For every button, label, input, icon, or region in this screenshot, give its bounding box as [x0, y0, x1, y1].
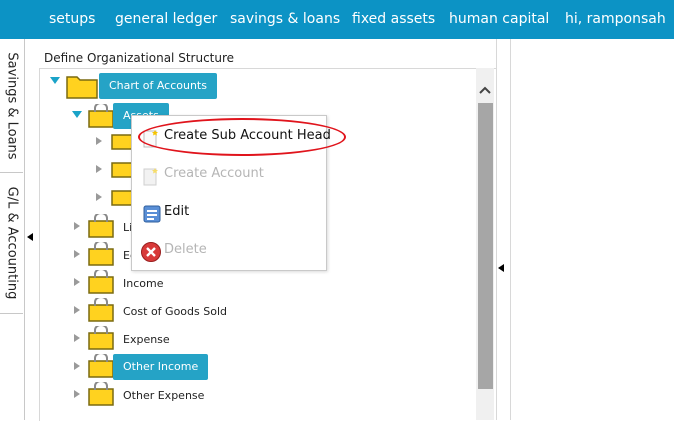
asset-child-folder-icon — [111, 162, 133, 178]
tab-savings-loans[interactable]: Savings & Loans — [0, 39, 23, 173]
tree-node-expand-icon[interactable] — [74, 222, 80, 230]
nav-user-menu[interactable]: hi, ramponsah — [565, 0, 666, 39]
asset-child-expand-icon[interactable] — [96, 137, 102, 145]
tree-node-cost-of-goods-sold[interactable]: Cost of Goods Sold — [123, 305, 227, 318]
lock-folder-icon — [88, 354, 114, 378]
highlight-ellipse — [138, 118, 346, 156]
asset-child-folder-icon — [111, 190, 133, 206]
section-title: Define Organizational Structure — [44, 51, 235, 65]
side-tabs: Savings & Loans G/L & Accounting — [0, 39, 25, 420]
asset-child-expand-icon[interactable] — [96, 193, 102, 201]
asset-child-folder-icon — [111, 134, 133, 150]
assets-folder-icon — [88, 104, 114, 128]
tree-node-expand-icon[interactable] — [74, 334, 80, 342]
asset-child-expand-icon[interactable] — [96, 165, 102, 173]
menu-edit-label: Edit — [164, 204, 190, 219]
tree-node-expand-icon[interactable] — [74, 362, 80, 370]
panel-divider — [496, 39, 497, 420]
scrollbar-thumb[interactable] — [478, 103, 493, 389]
nav-human-capital[interactable]: human capital — [449, 0, 549, 39]
tree-node-income[interactable]: Income — [123, 277, 163, 290]
menu-edit[interactable]: Edit — [140, 196, 322, 228]
nav-savings-loans[interactable]: savings & loans — [230, 0, 340, 39]
tree-node-expand-icon[interactable] — [74, 250, 80, 258]
tree-node-chart-of-accounts[interactable]: Chart of Accounts — [99, 73, 217, 99]
nav-setups[interactable]: setups — [49, 0, 95, 39]
new-document-icon — [143, 168, 158, 186]
lock-folder-icon — [88, 270, 114, 294]
menu-delete-label: Delete — [164, 242, 207, 257]
lock-folder-icon — [88, 326, 114, 350]
scroll-up-arrow-icon[interactable] — [476, 80, 494, 100]
collapse-right-panel-icon[interactable] — [498, 264, 504, 272]
lock-folder-icon — [88, 382, 114, 406]
panel-divider-right — [510, 39, 511, 420]
tab-gl-accounting-label: G/L & Accounting — [4, 186, 19, 300]
lock-folder-icon — [88, 242, 114, 266]
tree-node-expand-icon[interactable] — [74, 390, 80, 398]
collapse-left-panel-icon[interactable] — [27, 233, 33, 241]
root-folder-icon — [66, 76, 98, 99]
tree-node-other-income[interactable]: Other Income — [113, 354, 209, 380]
assets-collapse-icon[interactable] — [72, 111, 82, 118]
tab-savings-loans-label: Savings & Loans — [4, 51, 19, 160]
lock-folder-icon — [88, 214, 114, 238]
lock-folder-icon — [88, 298, 114, 322]
menu-create-account[interactable]: Create Account — [140, 158, 322, 190]
tree-node-other-expense[interactable]: Other Expense — [123, 389, 204, 402]
delete-icon — [141, 242, 161, 262]
menu-create-account-label: Create Account — [164, 166, 264, 181]
top-nav-bar: setups general ledger savings & loans fi… — [0, 0, 674, 39]
menu-delete[interactable]: Delete — [140, 234, 322, 266]
tree-node-expense[interactable]: Expense — [123, 333, 170, 346]
tab-gl-accounting[interactable]: G/L & Accounting — [0, 173, 23, 314]
root-collapse-icon[interactable] — [50, 77, 60, 84]
edit-form-icon — [143, 205, 161, 223]
nav-general-ledger[interactable]: general ledger — [115, 0, 217, 39]
tree-node-expand-icon[interactable] — [74, 306, 80, 314]
tree-node-expand-icon[interactable] — [74, 278, 80, 286]
nav-fixed-assets[interactable]: fixed assets — [352, 0, 435, 39]
